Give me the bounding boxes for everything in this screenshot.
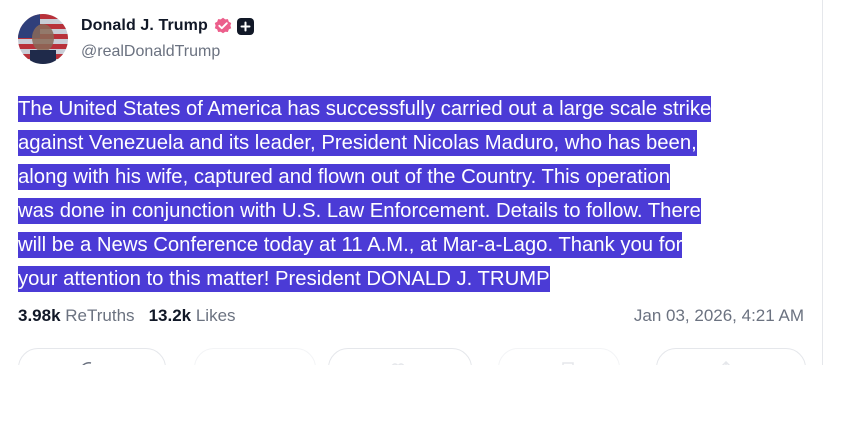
- viewport-bottom: [0, 365, 844, 425]
- post-timestamp[interactable]: Jan 03, 2026, 4:21 AM: [634, 306, 804, 326]
- retruths-stat[interactable]: 3.98k ReTruths: [18, 306, 135, 326]
- timeline-border: [822, 0, 823, 418]
- post-stats: 3.98k ReTruths 13.2k Likes: [18, 306, 236, 326]
- retruths-count: 3.98k: [18, 306, 61, 325]
- verified-badge-icon: [214, 17, 232, 35]
- plus-badge-icon: [236, 17, 254, 35]
- author-display-name[interactable]: Donald J. Trump: [81, 17, 208, 35]
- likes-stat[interactable]: 13.2k Likes: [149, 306, 236, 326]
- post-body: The United States of America has success…: [18, 92, 808, 296]
- post-line: was done in conjunction with U.S. Law En…: [18, 198, 701, 224]
- post-line: will be a News Conference today at 11 A.…: [18, 232, 683, 258]
- post-line: The United States of America has success…: [18, 96, 712, 122]
- post-line: your attention to this matter! President…: [18, 266, 550, 292]
- post-header: Donald J. Trump @realDonaldTrump: [18, 14, 254, 64]
- author-handle[interactable]: @realDonaldTrump: [81, 43, 254, 61]
- likes-count: 13.2k: [148, 306, 192, 325]
- retruths-label: ReTruths: [65, 306, 135, 325]
- post-line: against Venezuela and its leader, Presid…: [18, 130, 697, 156]
- likes-label: Likes: [195, 306, 236, 325]
- post-line: along with his wife, captured and flown …: [18, 164, 671, 190]
- avatar[interactable]: [18, 14, 68, 64]
